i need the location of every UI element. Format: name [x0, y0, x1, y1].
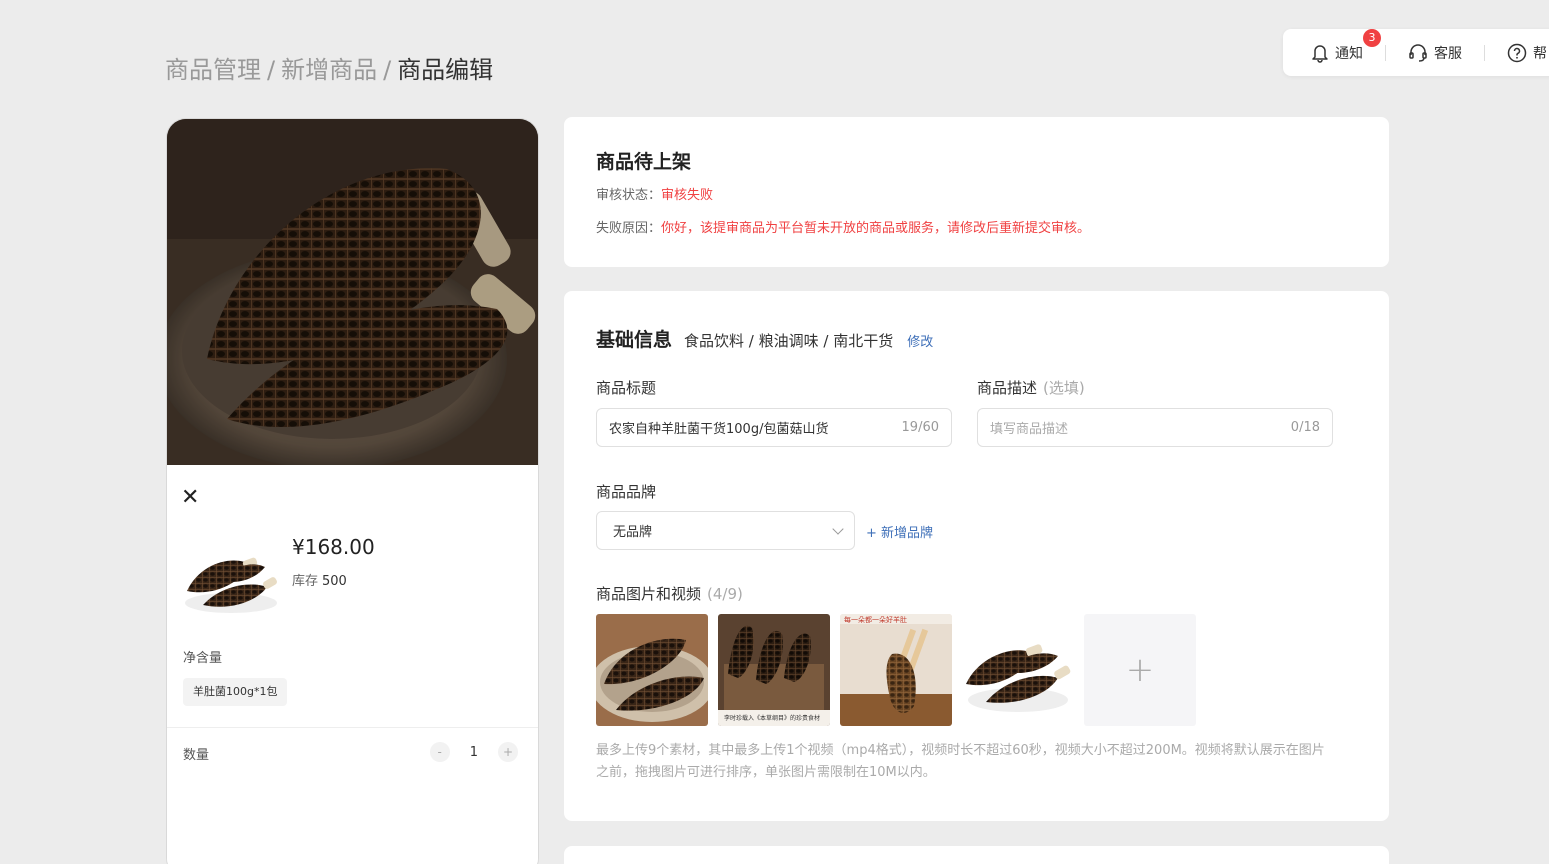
- next-section-card: [564, 846, 1389, 864]
- breadcrumb-item-product-management[interactable]: 商品管理: [165, 56, 261, 84]
- category-path: 食品饮料 / 粮油调味 / 南北干货: [684, 332, 894, 350]
- title-input[interactable]: 农家自种羊肚菌干货100g/包菌菇山货 19/60: [596, 408, 952, 447]
- chevron-down-icon: [832, 522, 844, 535]
- top-toolbar: 通知 3 客服 帮: [1283, 28, 1549, 76]
- fail-reason-label: 失败原因：: [596, 221, 662, 236]
- fail-reason-value: 你好，该提审商品为平台暂未开放的商品或服务，请修改后重新提交审核。: [661, 221, 1091, 236]
- product-preview-panel: ✕ ¥168.00 库存 500 净含量 羊肚菌100g*1包 数量 - 1 +: [166, 118, 539, 864]
- add-media-button[interactable]: +: [1084, 614, 1196, 726]
- basic-info-header: 基础信息 食品饮料 / 粮油调味 / 南北干货 修改: [596, 325, 933, 352]
- breadcrumb-item-add-product[interactable]: 新增商品: [281, 56, 377, 84]
- sku-thumbnail: [181, 541, 279, 615]
- audit-status-line: 审核状态：审核失败: [596, 184, 1357, 203]
- sku-price: ¥168.00: [292, 535, 375, 559]
- media-thumbnail[interactable]: [962, 614, 1074, 726]
- media-thumbnail[interactable]: 每一朵都一朵好羊肚: [840, 614, 952, 726]
- divider: [1385, 44, 1386, 61]
- breadcrumb-separator: /: [383, 56, 392, 84]
- breadcrumb-current: 商品编辑: [397, 56, 494, 84]
- brand-select[interactable]: 无品牌: [596, 511, 855, 550]
- help-icon: [1507, 43, 1527, 62]
- media-thumbnail-list: 李时珍载入《本草纲目》的珍贵食材 每一朵都一朵好羊肚 +: [596, 614, 1196, 726]
- description-placeholder: 填写商品描述: [990, 422, 1069, 437]
- media-field-label: 商品图片和视频 (4/9): [596, 583, 743, 604]
- listing-status-card: 商品待上架 审核状态：审核失败 失败原因：你好，该提审商品为平台暂未开放的商品或…: [564, 117, 1389, 267]
- media-thumbnail[interactable]: [596, 614, 708, 726]
- desc-field-label: 商品描述 (选填): [977, 377, 1085, 398]
- desc-char-count: 0/18: [1290, 420, 1320, 435]
- brand-select-value: 无品牌: [613, 525, 653, 540]
- title-char-count: 19/60: [901, 420, 939, 435]
- title-field-label: 商品标题: [596, 379, 657, 397]
- preview-hero-image: [167, 119, 538, 465]
- audit-status-value: 审核失败: [661, 188, 714, 203]
- thumb3-caption: 每一朵都一朵好羊肚: [844, 615, 907, 624]
- quantity-plus-button[interactable]: +: [498, 742, 518, 762]
- close-icon[interactable]: ✕: [181, 487, 199, 509]
- sku-selection-sheet: ✕ ¥168.00 库存 500 净含量 羊肚菌100g*1包 数量 - 1 +: [167, 465, 538, 864]
- basic-info-card: 基础信息 食品饮料 / 粮油调味 / 南北干货 修改 商品标题 农家自种羊肚菌干…: [564, 291, 1389, 821]
- quantity-minus-button[interactable]: -: [429, 742, 450, 762]
- customer-service-button[interactable]: 客服: [1408, 43, 1462, 63]
- quantity-label: 数量: [183, 748, 210, 763]
- add-brand-link[interactable]: + 新增品牌: [866, 522, 933, 541]
- notify-button[interactable]: 通知 3: [1311, 28, 1381, 63]
- desc-label-text: 商品描述: [977, 379, 1038, 397]
- notify-count-badge: 3: [1363, 28, 1381, 47]
- media-count: (4/9): [707, 585, 743, 603]
- basic-info-title: 基础信息: [596, 329, 673, 351]
- edit-category-link[interactable]: 修改: [907, 331, 933, 350]
- fail-reason-line: 失败原因：你好，该提审商品为平台暂未开放的商品或服务，请修改后重新提交审核。: [596, 217, 1357, 236]
- media-upload-hint: 最多上传9个素材，其中最多上传1个视频（mp4格式），视频时长不超过60秒，视频…: [596, 743, 1325, 780]
- help-button[interactable]: 帮: [1507, 43, 1547, 63]
- breadcrumb-separator: /: [267, 56, 276, 84]
- desc-optional-hint: (选填): [1043, 379, 1085, 397]
- headset-icon: [1409, 43, 1427, 62]
- notify-label: 通知: [1335, 45, 1363, 62]
- quantity-stepper: - 1 +: [429, 742, 518, 762]
- help-label: 帮: [1533, 45, 1547, 62]
- media-label-text: 商品图片和视频: [596, 585, 702, 603]
- customer-service-label: 客服: [1434, 45, 1462, 62]
- quantity-row: 数量 - 1 +: [167, 727, 538, 777]
- thumb2-caption: 李时珍载入《本草纲目》的珍贵食材: [724, 714, 820, 722]
- quantity-value: 1: [469, 744, 478, 760]
- spec-option-chip[interactable]: 羊肚菌100g*1包: [183, 678, 288, 706]
- bell-icon: [1312, 44, 1328, 63]
- description-input[interactable]: 填写商品描述 0/18: [977, 408, 1333, 447]
- status-title: 商品待上架: [596, 151, 692, 173]
- breadcrumb: 商品管理 / 新增商品 / 商品编辑: [165, 50, 493, 85]
- stock-value: 500: [322, 574, 347, 589]
- sku-stock: 库存 500: [292, 570, 347, 589]
- title-input-value: 农家自种羊肚菌干货100g/包菌菇山货: [609, 422, 829, 437]
- stock-label: 库存: [292, 574, 319, 589]
- divider: [1484, 44, 1485, 61]
- audit-status-label: 审核状态：: [596, 188, 662, 203]
- media-thumbnail[interactable]: 李时珍载入《本草纲目》的珍贵食材: [718, 614, 830, 726]
- brand-field-label: 商品品牌: [596, 483, 657, 501]
- spec-label: 净含量: [183, 651, 223, 666]
